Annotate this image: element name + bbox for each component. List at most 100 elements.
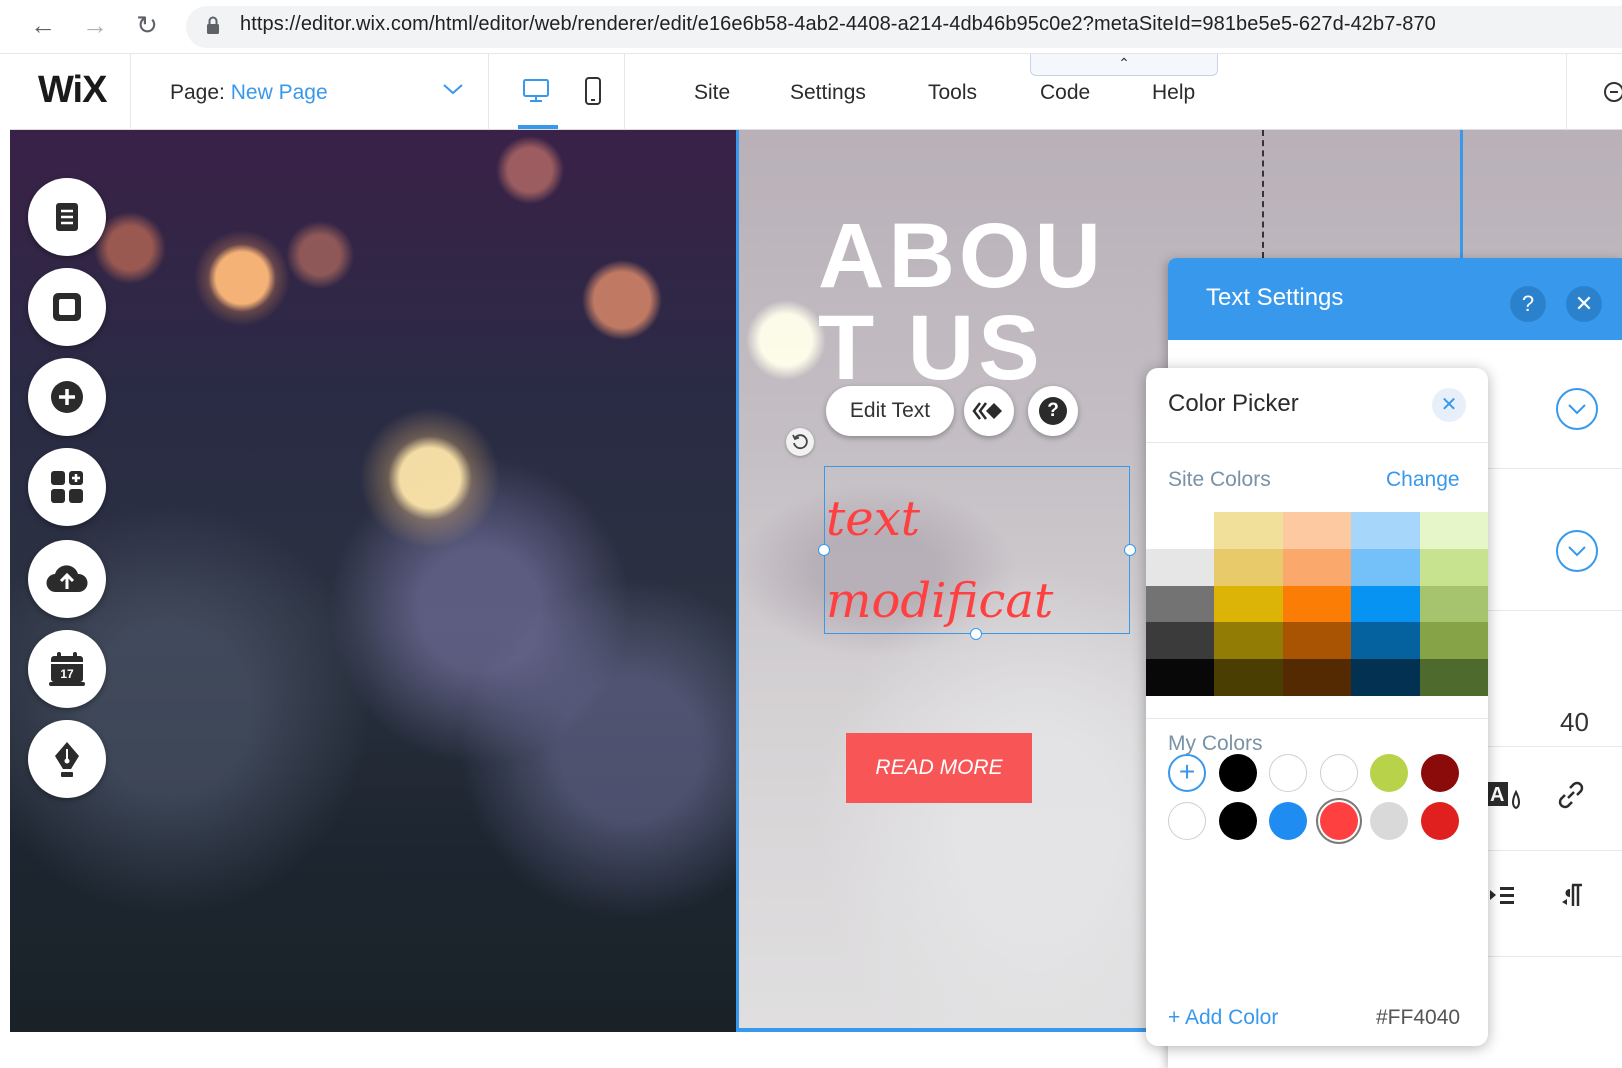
site-color-swatch[interactable] [1351,548,1420,586]
chevron-down-icon[interactable] [1556,530,1598,572]
selection-outline [736,130,739,1032]
my-color-swatch[interactable] [1269,754,1307,792]
animation-button[interactable] [964,386,1014,436]
read-more-button[interactable]: READ MORE [846,733,1032,803]
resize-handle-right[interactable] [1124,544,1136,556]
site-color-swatch[interactable] [1419,622,1488,660]
site-color-swatch[interactable] [1146,585,1215,623]
menu-settings[interactable]: Settings [790,81,866,105]
heading-line: ABOU [818,205,1105,307]
my-color-swatch[interactable] [1319,754,1358,792]
background-icon [53,293,81,321]
hex-value[interactable]: #FF4040 [1376,1006,1460,1030]
my-color-swatch[interactable] [1269,802,1307,840]
separator [488,54,489,130]
strip-background-image[interactable] [10,130,736,1032]
site-color-swatch[interactable] [1419,512,1488,549]
svg-text:17: 17 [60,667,74,681]
site-color-swatch[interactable] [1351,512,1420,549]
change-site-colors-link[interactable]: Change [1386,468,1460,492]
my-color-swatch[interactable] [1168,802,1206,840]
close-icon[interactable]: ✕ [1566,286,1602,322]
menu-code[interactable]: Code [1040,81,1090,105]
resize-handle-bottom[interactable] [970,628,982,640]
site-color-swatch[interactable] [1214,659,1283,696]
background-button[interactable] [28,268,106,346]
site-color-swatch[interactable] [1214,585,1283,623]
forward-arrow-icon[interactable]: → [80,10,110,40]
menu-help[interactable]: Help [1152,81,1195,105]
code-panel-toggle[interactable]: ⌃ [1030,54,1218,76]
help-icon[interactable]: ? [1510,286,1546,322]
site-color-swatch[interactable] [1419,585,1488,623]
site-color-swatch[interactable] [1282,622,1352,660]
site-color-swatch[interactable] [1146,622,1215,660]
add-color-link[interactable]: + Add Color [1168,1006,1278,1030]
rotate-icon[interactable] [786,428,814,456]
site-color-swatch[interactable] [1214,548,1283,586]
back-arrow-icon[interactable]: ← [28,10,58,40]
selection-outline [1460,130,1463,258]
url-text[interactable]: https://editor.wix.com/html/editor/web/r… [240,13,1436,36]
page-selector[interactable]: Page: New Page [170,81,328,105]
upload-icon [46,565,88,593]
site-color-swatch[interactable] [1282,659,1352,696]
site-color-swatch[interactable] [1351,622,1420,660]
menu-tools[interactable]: Tools [928,81,977,105]
menu-site[interactable]: Site [694,81,730,105]
site-color-swatch[interactable] [1351,659,1420,696]
site-color-swatch[interactable] [1214,512,1283,549]
my-color-swatch[interactable] [1370,802,1408,840]
my-color-swatch[interactable] [1420,802,1459,840]
text-line: text [826,491,921,547]
my-color-swatch[interactable] [1420,754,1459,792]
text-highlight-icon[interactable]: A [1486,778,1526,814]
desktop-view-icon[interactable] [522,78,550,104]
text-element-content[interactable]: text modificat [826,478,1146,642]
add-color-icon[interactable]: + [1168,754,1206,792]
calendar-icon: 17 [49,652,85,686]
help-button[interactable]: ? [1028,386,1078,436]
wix-logo[interactable]: WiX [38,69,107,112]
zoom-icon[interactable] [1602,80,1622,104]
text-direction-icon[interactable] [1560,882,1586,910]
about-us-heading[interactable]: ABOU T US [818,210,1198,394]
my-colors-label: My Colors [1168,732,1263,755]
add-button[interactable] [28,358,106,436]
site-color-swatch[interactable] [1282,585,1352,623]
chevron-down-icon[interactable] [442,82,464,96]
site-color-swatch[interactable] [1351,585,1420,623]
site-color-swatch[interactable] [1146,659,1215,696]
edit-text-button[interactable]: Edit Text [826,386,954,436]
my-color-swatch[interactable] [1218,802,1257,840]
site-color-swatch[interactable] [1419,659,1488,696]
upload-button[interactable] [28,540,106,618]
chevron-down-icon[interactable] [1556,388,1598,430]
blog-button[interactable] [28,720,106,798]
app-market-icon [51,471,83,503]
site-color-swatch[interactable] [1146,548,1215,586]
font-size-value[interactable]: 40 [1560,707,1589,738]
my-color-swatch[interactable] [1370,754,1408,792]
pages-button[interactable] [28,178,106,256]
site-color-swatch[interactable] [1214,622,1283,660]
indent-icon[interactable] [1488,884,1516,910]
site-color-swatch[interactable] [1282,548,1352,586]
animation-icon [972,402,1002,420]
mobile-view-icon[interactable] [584,76,602,106]
site-color-swatch[interactable] [1146,512,1215,549]
site-colors-grid [1146,512,1488,696]
app-market-button[interactable] [28,448,106,526]
heading-line: T US [818,297,1044,399]
my-color-swatch[interactable] [1218,754,1257,792]
bookings-button[interactable]: 17 [28,630,106,708]
site-color-swatch[interactable] [1419,548,1488,586]
resize-handle-left[interactable] [818,544,830,556]
reload-icon[interactable]: ↻ [132,10,162,40]
link-icon[interactable] [1556,780,1586,810]
site-color-swatch[interactable] [1282,512,1352,549]
selected-color-swatch[interactable] [1319,802,1358,840]
wix-editor-topbar: WiX Page: New Page ⌃ Site Settings Tools… [10,54,1622,130]
active-device-indicator [518,125,558,129]
close-icon[interactable]: ✕ [1432,388,1466,422]
